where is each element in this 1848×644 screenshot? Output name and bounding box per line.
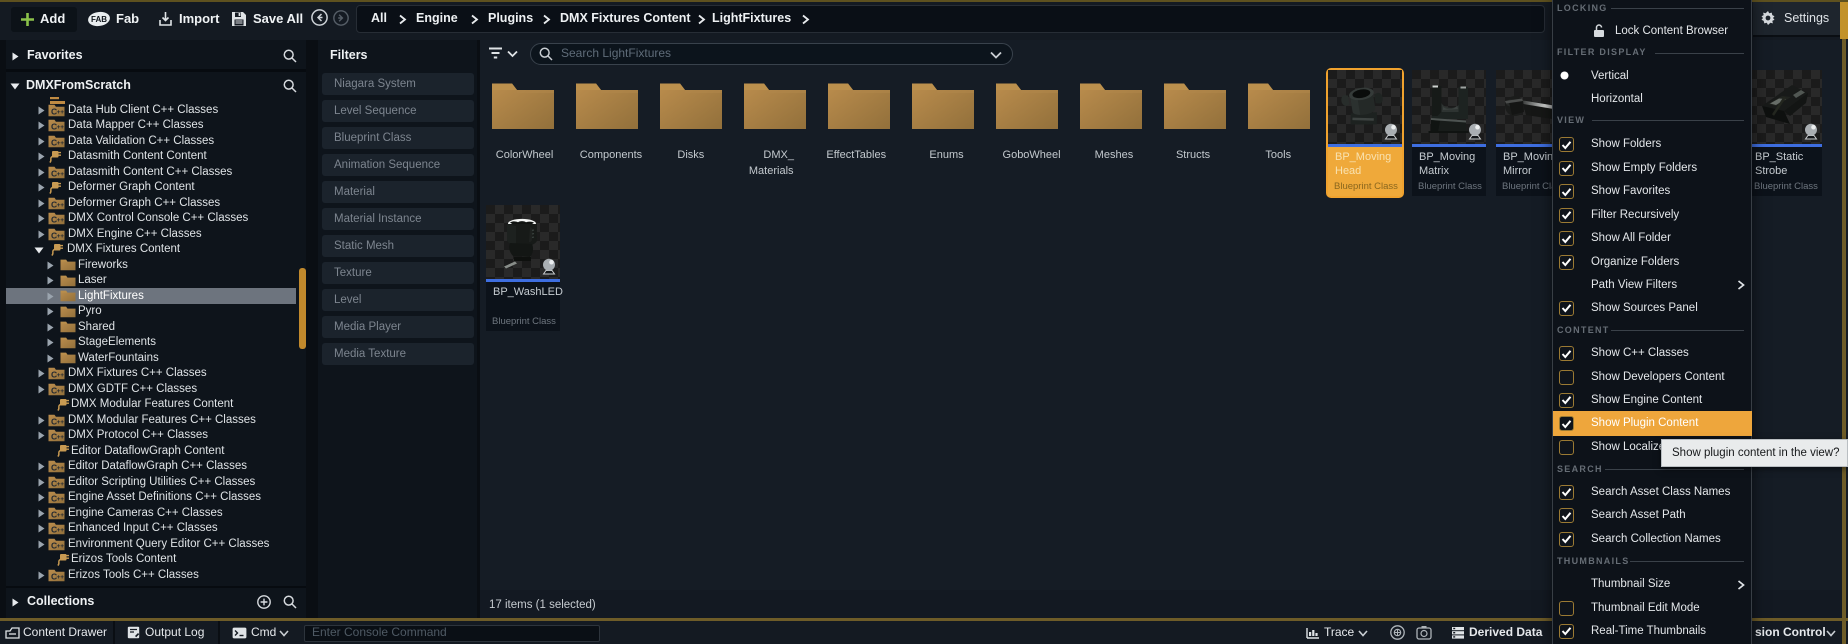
svg-text:FAB: FAB <box>91 15 107 24</box>
svg-text:++: ++ <box>57 512 65 519</box>
svg-text:++: ++ <box>57 496 65 503</box>
svg-text:++: ++ <box>57 388 65 395</box>
svg-text:++: ++ <box>57 109 65 116</box>
svg-text:++: ++ <box>57 217 65 224</box>
svg-text:++: ++ <box>57 140 65 147</box>
svg-text:++: ++ <box>57 171 65 178</box>
svg-text:++: ++ <box>57 233 65 240</box>
svg-text:++: ++ <box>57 372 65 379</box>
svg-text:++: ++ <box>57 202 65 209</box>
svg-text:++: ++ <box>57 574 65 581</box>
svg-text:++: ++ <box>57 527 65 534</box>
svg-text:++: ++ <box>57 419 65 426</box>
svg-text:++: ++ <box>57 124 65 131</box>
svg-text:++: ++ <box>57 543 65 550</box>
svg-text:++: ++ <box>57 481 65 488</box>
svg-text:++: ++ <box>57 465 65 472</box>
svg-text:++: ++ <box>57 434 65 441</box>
